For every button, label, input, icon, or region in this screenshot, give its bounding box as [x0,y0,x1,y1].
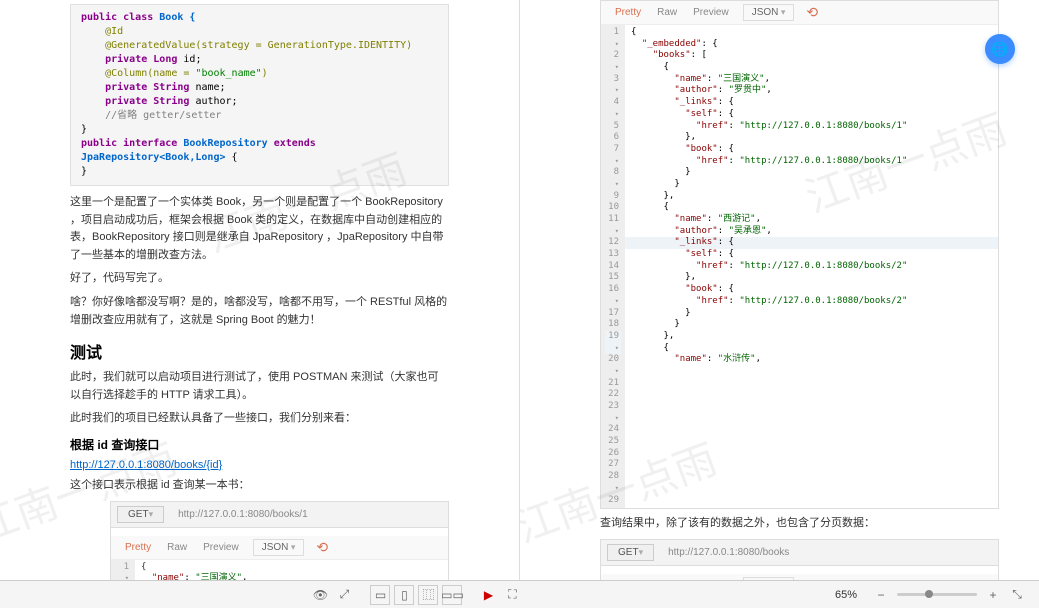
zoom-in-icon[interactable]: + [983,585,1003,605]
postman-panel-right-1: Pretty Raw Preview JSON ⟲ 12345678910111… [600,0,999,509]
play-icon[interactable]: ▶ [478,585,498,605]
tab-raw[interactable]: Raw [159,539,195,556]
method-dropdown[interactable]: GET [607,544,654,561]
paragraph: 查询结果中，除了该有的数据之外，也包含了分页数据： [600,515,999,533]
response-tabs: Pretty Raw Preview JSON ⟲ [111,536,448,560]
paragraph: 啥？你好像啥都没写啊？是的，啥都没写，啥都不用写，一个 RESTful 风格的增… [70,294,449,329]
heading-test: 测试 [70,339,449,363]
response-body: 1234567891011121314151617181920212223242… [601,25,998,508]
tab-preview[interactable]: Preview [685,4,737,21]
eye-icon[interactable]: 👁 [310,585,330,605]
response-body: 123456789101112 { "name": "三国演义", "autho… [111,560,448,580]
zoom-out-icon[interactable]: − [871,585,891,605]
paragraph: 好了，代码写完了。 [70,270,449,288]
zoom-level: 65% [835,589,857,601]
tab-pretty[interactable]: Pretty [117,539,159,556]
gutter: 1234567891011121314151617181920212223242… [601,25,625,508]
wrap-icon[interactable]: ⟲ [802,4,822,21]
request-bar: GET http://127.0.0.1:8080/books [601,540,998,566]
zoom-actual-icon[interactable]: ⤢ [334,585,354,605]
json-content: { "_embedded": { "books": [ { "name": "三… [625,25,998,508]
postman-panel-left: GET http://127.0.0.1:8080/books/1 Pretty… [110,501,449,580]
paragraph: 此时我们的项目已经默认具备了一些接口，我们分别来看： [70,410,449,428]
heading-query-by-id: 根据 id 查询接口 [70,436,449,453]
tab-pretty[interactable]: Pretty [607,4,649,21]
single-page-icon[interactable]: ▭ [370,585,390,605]
format-dropdown[interactable]: JSON [253,539,305,556]
zoom-slider[interactable] [897,593,977,596]
java-code-block: public class Book { @Id @GeneratedValue(… [70,4,449,186]
request-bar: GET http://127.0.0.1:8080/books/1 [111,502,448,528]
tab-raw[interactable]: Raw [649,4,685,21]
url-input[interactable]: http://127.0.0.1:8080/books [660,545,998,560]
method-dropdown[interactable]: GET [117,506,164,523]
postman-panel-right-2: GET http://127.0.0.1:8080/books Pretty R… [600,539,999,580]
translate-fab[interactable]: 🌐 [985,34,1015,64]
format-dropdown[interactable]: JSON [743,4,795,21]
wrap-icon[interactable]: ⟲ [312,539,332,556]
json-content: { "name": "三国演义", "author": "罗贯中", "_lin… [135,560,448,580]
paragraph: 这个接口表示根据 id 查询某一本书： [70,477,449,495]
url-input[interactable]: http://127.0.0.1:8080/books/1 [170,507,448,522]
tab-preview[interactable]: Preview [195,539,247,556]
two-page-icon[interactable]: ⿲ [418,585,438,605]
response-tabs: Pretty Raw Preview JSON ⟲ [601,1,998,25]
fullscreen-icon[interactable]: ⛶ [502,585,522,605]
gutter: 123456789101112 [111,560,135,580]
scroll-icon[interactable]: ▯ [394,585,414,605]
paragraph: 这里一个是配置了一个实体类 Book，另一个则是配置了一个 BookReposi… [70,194,449,264]
paragraph: 此时，我们就可以启动项目进行测试了，使用 POSTMAN 来测试（大家也可以自行… [70,369,449,404]
pdf-toolbar: 👁 ⤢ ▭ ▯ ⿲ ▭▭ ▶ ⛶ 65% − + ⤡ [0,580,1039,608]
api-link[interactable]: http://127.0.0.1:8080/books/{id} [70,459,449,471]
expand-icon[interactable]: ⤡ [1007,585,1027,605]
book-view-icon[interactable]: ▭▭ [442,585,462,605]
